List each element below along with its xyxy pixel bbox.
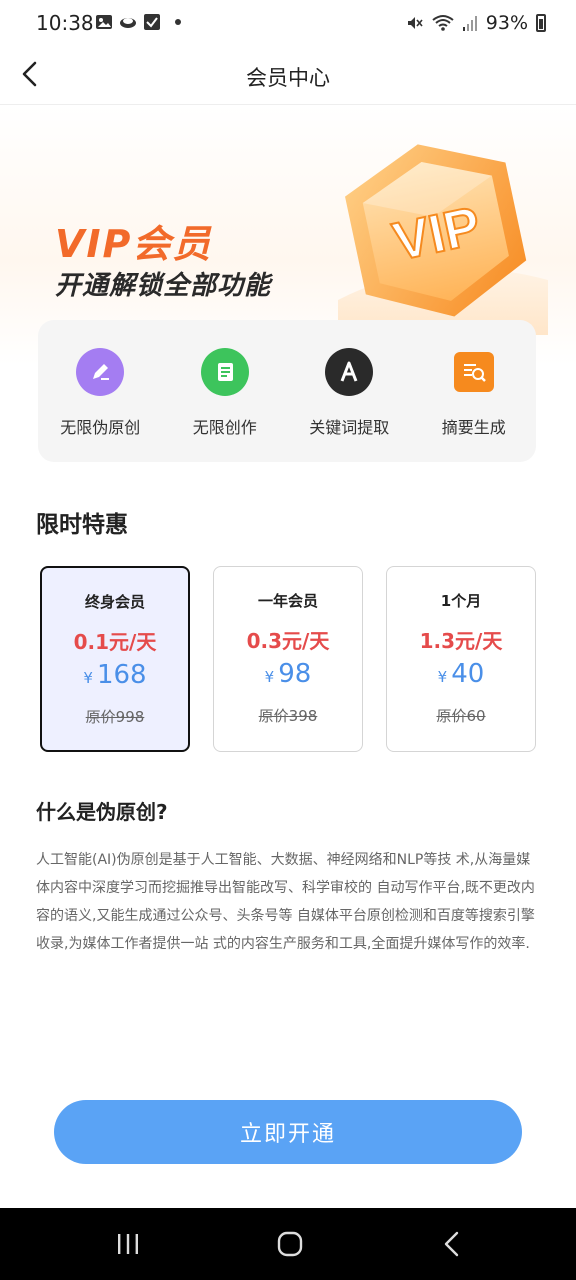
plan-lifetime[interactable]: 终身会员 0.1元/天 ¥168 原价998 — [40, 566, 190, 752]
plan-price: ¥168 — [42, 660, 188, 690]
features-card: 无限伪原创 无限创作 关键词提取 摘要生成 — [38, 320, 536, 462]
more-notifications-dot — [175, 19, 181, 25]
home-icon — [277, 1231, 303, 1257]
plan-price-value: 168 — [96, 660, 147, 690]
feature-label: 无限创作 — [192, 418, 257, 437]
plan-original-price: 原价998 — [85, 708, 145, 726]
plan-year[interactable]: 一年会员 0.3元/天 ¥98 原价398 — [213, 566, 363, 752]
mute-icon — [407, 17, 423, 29]
back-icon — [444, 1231, 459, 1257]
cloud-app-icon — [120, 18, 136, 28]
plan-daily-price: 0.1元/天 — [73, 630, 157, 654]
summary-search-icon — [453, 352, 494, 392]
currency-symbol: ¥ — [83, 669, 93, 687]
feature-label: 无限伪原创 — [60, 418, 141, 437]
edit-icon — [76, 348, 125, 396]
offers-title: 限时特惠 — [36, 512, 128, 538]
vip-badge-icon: VIP — [338, 144, 548, 335]
plan-original-price: 原价60 — [436, 707, 486, 725]
currency-symbol: ¥ — [437, 668, 448, 686]
notification-icons — [95, 13, 181, 31]
feature-label: 摘要生成 — [441, 418, 506, 437]
letter-a-icon — [325, 348, 374, 396]
plan-price: ¥98 — [214, 659, 362, 689]
plan-price: ¥40 — [387, 659, 535, 689]
activate-now-button[interactable]: 立即开通 — [54, 1100, 522, 1164]
app-header: 会员中心 — [0, 48, 576, 105]
system-nav-bar — [0, 1208, 576, 1280]
status-bar: 10:38 93% — [0, 0, 576, 48]
vip-subtitle: 开通解锁全部功能 — [55, 271, 272, 301]
feature-label: 关键词提取 — [309, 418, 390, 437]
status-right: 93% — [406, 12, 546, 34]
recent-apps-button[interactable] — [108, 1226, 148, 1262]
plan-name: 1个月 — [440, 592, 482, 610]
plan-list: 终身会员 0.1元/天 ¥168 原价998 一年会员 0.3元/天 ¥98 原… — [38, 566, 538, 752]
document-icon — [200, 348, 249, 396]
gallery-icon — [96, 15, 112, 29]
plan-daily-price: 1.3元/天 — [419, 629, 503, 653]
plan-daily-price: 0.3元/天 — [246, 629, 330, 653]
page-title: 会员中心 — [246, 66, 330, 90]
vip-title: VIP会员 — [55, 222, 213, 266]
plan-name: 一年会员 — [257, 592, 318, 610]
plan-month[interactable]: 1个月 1.3元/天 ¥40 原价60 — [386, 566, 536, 752]
recent-apps-icon — [118, 1234, 138, 1254]
battery-percent: 93% — [485, 12, 528, 34]
feature-create[interactable]: 无限创作 — [165, 348, 285, 438]
feature-summary[interactable]: 摘要生成 — [414, 348, 534, 438]
description-text: 人工智能(AI)伪原创是基于人工智能、大数据、神经网络和NLP等技 术,从海量媒… — [36, 852, 535, 952]
feature-keywords[interactable]: 关键词提取 — [289, 348, 409, 438]
feature-rewrite[interactable]: 无限伪原创 — [40, 348, 160, 438]
screen: 10:38 93% 会员中心 VIP会员 开通解锁全部功能 VIP 无限伪原创 … — [0, 0, 576, 1280]
plan-price-value: 40 — [451, 659, 485, 689]
checkbox-icon — [144, 14, 160, 30]
plan-name: 终身会员 — [84, 593, 145, 611]
plan-original-price: 原价398 — [258, 707, 318, 725]
battery-icon — [536, 14, 546, 32]
description-title: 什么是伪原创? — [36, 800, 168, 824]
currency-symbol: ¥ — [264, 668, 275, 686]
system-back-button[interactable] — [432, 1226, 472, 1262]
signal-icon — [462, 16, 477, 31]
wifi-icon — [432, 15, 454, 31]
home-button[interactable] — [270, 1226, 310, 1262]
plan-price-value: 98 — [278, 659, 312, 689]
status-time: 10:38 — [36, 11, 94, 35]
